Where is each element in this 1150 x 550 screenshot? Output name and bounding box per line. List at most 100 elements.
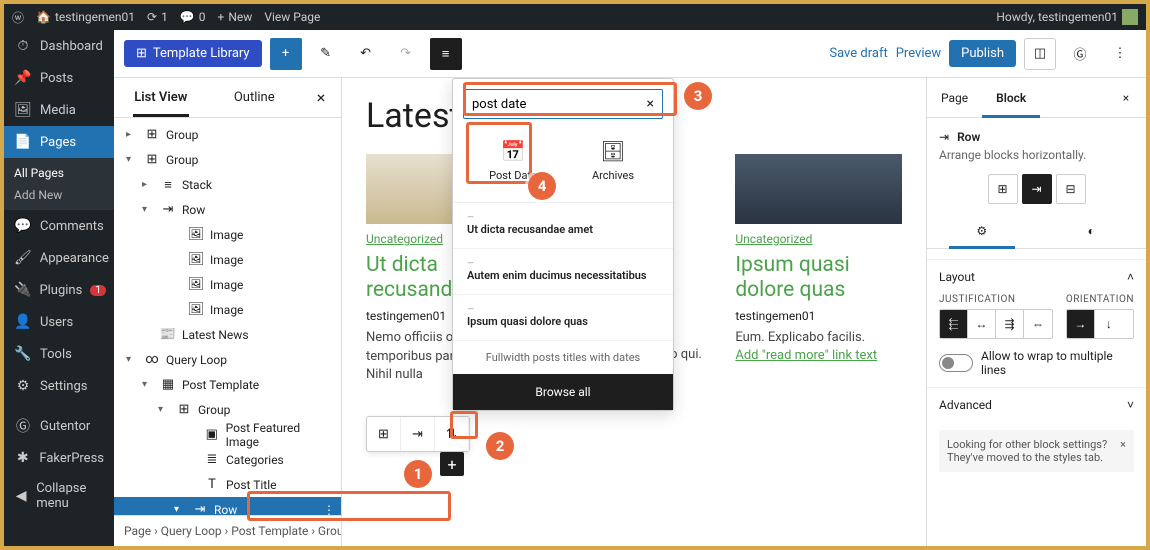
new-content[interactable]: + New: [218, 10, 253, 24]
collapse-menu[interactable]: ◀Collapse menu: [4, 474, 114, 518]
list-view-toggle[interactable]: ≡: [430, 38, 462, 70]
site-name[interactable]: 🏠 testingemen01: [36, 10, 135, 24]
inserter-search[interactable]: ×: [463, 89, 663, 119]
menu-posts[interactable]: 📌Posts: [4, 62, 114, 94]
menu-settings[interactable]: ⚙Settings: [4, 370, 114, 402]
redo-button[interactable]: ↷: [390, 38, 422, 70]
featured-image-icon: ▣: [204, 427, 220, 443]
crumb[interactable]: Post Template: [231, 524, 308, 538]
row-icon: ⇥: [192, 502, 208, 516]
gutentor-button[interactable]: Ⓖ: [1064, 38, 1096, 70]
more-icon[interactable]: ⋮: [323, 503, 335, 516]
node-image[interactable]: 🖼Image: [114, 222, 341, 247]
comments-count[interactable]: 💬 0: [180, 10, 206, 24]
drag-handle[interactable]: ⊞: [367, 417, 401, 451]
section-advanced[interactable]: Advanced˅: [939, 398, 1134, 412]
browse-all-button[interactable]: Browse all: [453, 374, 673, 410]
wp-logo[interactable]: ⓦ: [12, 9, 24, 26]
chevron-right-icon: ▸: [126, 129, 138, 140]
orient-vertical[interactable]: ↓: [1095, 310, 1123, 338]
view-page[interactable]: View Page: [264, 10, 320, 24]
block-toolbar: ⊞ ⇥ ⇅: [366, 416, 470, 452]
menu-appearance[interactable]: 🖌Appearance: [4, 242, 114, 274]
justify-left[interactable]: ⬱: [940, 310, 968, 338]
stack-icon: ≡: [160, 177, 176, 193]
edit-mode-button[interactable]: ✎: [310, 38, 342, 70]
menu-comments[interactable]: 💬Comments: [4, 210, 114, 242]
submenu-all-pages[interactable]: All Pages: [4, 162, 114, 184]
node-image[interactable]: 🖼Image: [114, 272, 341, 297]
row-icon-button[interactable]: ⇥: [401, 417, 435, 451]
node-row-selected[interactable]: ▾⇥Row⋮: [114, 497, 341, 515]
category-link[interactable]: Uncategorized: [366, 232, 443, 246]
move-button[interactable]: ⇅: [435, 417, 469, 451]
node-row[interactable]: ▾⇥Row: [114, 197, 341, 222]
tab-block[interactable]: Block: [982, 78, 1040, 117]
inserter-suggestion[interactable]: —Autem enim ducimus necessitatibus: [453, 249, 673, 295]
post-thumbnail[interactable]: [735, 154, 902, 224]
section-layout[interactable]: Layout˄: [939, 270, 1134, 284]
node-query-loop[interactable]: ▾∞Query Loop: [114, 347, 341, 372]
inline-add-block-button[interactable]: +: [440, 452, 464, 476]
preview-link[interactable]: Preview: [896, 46, 941, 61]
justify-center[interactable]: ↔: [968, 310, 996, 338]
undo-button[interactable]: ↶: [350, 38, 382, 70]
crumb[interactable]: Group: [318, 524, 341, 538]
tab-list-view[interactable]: List View: [114, 78, 208, 117]
menu-users[interactable]: 👤Users: [4, 306, 114, 338]
updates[interactable]: ⟳ 1: [147, 10, 168, 24]
wrap-toggle[interactable]: [939, 354, 973, 372]
menu-pages[interactable]: 📄Pages: [4, 126, 114, 158]
close-list-view[interactable]: ×: [301, 78, 341, 117]
menu-fakerpress[interactable]: ✱FakerPress: [4, 442, 114, 474]
howdy[interactable]: Howdy, testingemen01: [996, 9, 1138, 25]
menu-tools[interactable]: 🔧Tools: [4, 338, 114, 370]
node-group[interactable]: ▾⊞Group: [114, 147, 341, 172]
node-featured-image[interactable]: ▣Post Featured Image: [114, 422, 341, 447]
menu-dashboard[interactable]: ⏱Dashboard: [4, 30, 114, 62]
node-stack[interactable]: ▸≡Stack: [114, 172, 341, 197]
justify-right[interactable]: ⇶: [996, 310, 1024, 338]
subtab-styles[interactable]: ◐: [1037, 214, 1147, 248]
submenu-add-new[interactable]: Add New: [4, 184, 114, 206]
menu-gutentor[interactable]: ⒼGutentor: [4, 410, 114, 442]
inserter-item-archives[interactable]: 🗄Archives: [563, 129, 663, 192]
node-group[interactable]: ▸⊞Group: [114, 122, 341, 147]
tab-outline[interactable]: Outline: [208, 78, 302, 117]
search-input[interactable]: [472, 97, 647, 112]
dismiss-notice[interactable]: ×: [1120, 438, 1126, 464]
category-link[interactable]: Uncategorized: [735, 232, 812, 246]
clear-search-icon[interactable]: ×: [647, 96, 654, 112]
close-settings[interactable]: ×: [1106, 78, 1146, 117]
post-title[interactable]: Ipsum quasi dolore quas: [735, 253, 902, 303]
variation-row[interactable]: ⇥: [1022, 174, 1052, 204]
node-post-template[interactable]: ▾▦Post Template: [114, 372, 341, 397]
menu-plugins[interactable]: 🔌Plugins1: [4, 274, 114, 306]
node-categories[interactable]: ≣Categories: [114, 447, 341, 472]
read-more-link[interactable]: Add "read more" link text: [735, 348, 902, 363]
crumb[interactable]: Page: [124, 524, 151, 538]
view-button[interactable]: ◫: [1024, 38, 1056, 70]
orient-horizontal[interactable]: →: [1067, 310, 1095, 338]
node-image[interactable]: 🖼Image: [114, 247, 341, 272]
inserter-suggestion[interactable]: —Ut dicta recusandae amet: [453, 203, 673, 249]
node-post-title[interactable]: TPost Title: [114, 472, 341, 497]
inserter-suggestion[interactable]: —Ipsum quasi dolore quas: [453, 295, 673, 341]
add-block-button[interactable]: +: [270, 38, 302, 70]
template-library-button[interactable]: ⊞Template Library: [124, 40, 262, 67]
variation-group[interactable]: ⊞: [988, 174, 1018, 204]
variation-stack[interactable]: ⊟: [1056, 174, 1086, 204]
node-latest-news[interactable]: 📰Latest News: [114, 322, 341, 347]
styles-icon: ◐: [1088, 224, 1095, 238]
tab-page[interactable]: Page: [927, 78, 982, 117]
more-options-button[interactable]: ⋮: [1104, 38, 1136, 70]
crumb[interactable]: Query Loop: [161, 524, 222, 538]
justify-space-between[interactable]: ⇔: [1024, 310, 1052, 338]
node-group[interactable]: ▾⊞Group: [114, 397, 341, 422]
subtab-settings[interactable]: ⚙: [927, 214, 1037, 248]
menu-media[interactable]: 🖼Media: [4, 94, 114, 126]
publish-button[interactable]: Publish: [949, 40, 1016, 67]
save-draft-link[interactable]: Save draft: [829, 46, 887, 61]
post-card[interactable]: Uncategorized Ipsum quasi dolore quas te…: [735, 154, 902, 384]
node-image[interactable]: 🖼Image: [114, 297, 341, 322]
